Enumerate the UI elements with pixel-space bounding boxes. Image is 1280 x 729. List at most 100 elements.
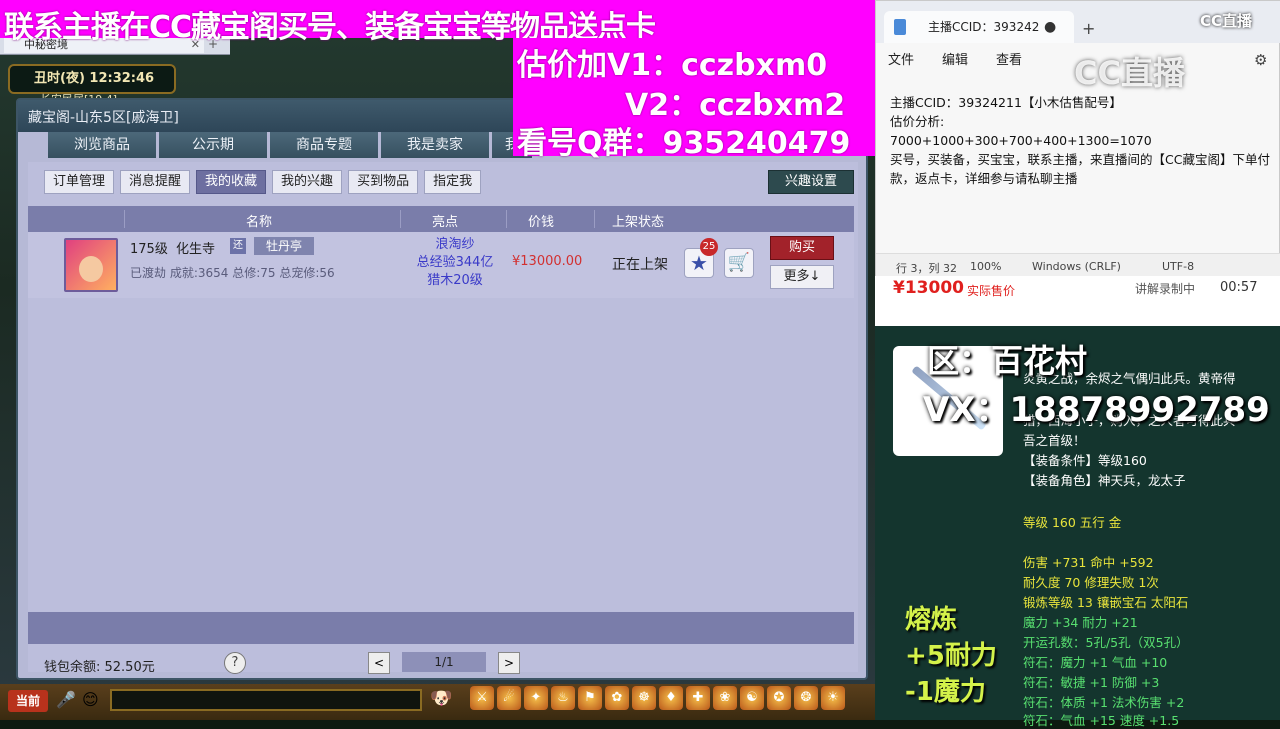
- item-attr: 符石：魔力 +1 气血 +10: [1023, 655, 1168, 670]
- listing-status: 正在上架: [612, 257, 668, 273]
- hotbar-slot-icon[interactable]: ⚑: [578, 686, 602, 710]
- forge-title: 熔炼: [905, 605, 958, 635]
- tab-topics[interactable]: 商品专题: [270, 132, 378, 158]
- unsaved-dot-icon[interactable]: ●: [1044, 11, 1056, 43]
- item-attr: 耐久度 70 修理失败 1次: [1023, 575, 1159, 590]
- column-divider: [506, 210, 507, 228]
- interest-settings-button[interactable]: 兴趣设置: [768, 170, 854, 194]
- tab-publicity[interactable]: 公示期: [159, 132, 267, 158]
- hotbar-slot-icon[interactable]: ✦: [524, 686, 548, 710]
- notepad-file-icon: [894, 19, 906, 35]
- column-divider: [594, 210, 595, 228]
- tab-seller[interactable]: 我是卖家: [381, 132, 489, 158]
- wallet-balance: 钱包余额: 52.50元: [44, 660, 155, 675]
- contact-line-qq: 看号Q群：935240479: [517, 126, 851, 161]
- emoji-icon[interactable]: 😊: [82, 690, 99, 709]
- table-row[interactable]: 175级 化生寺 还 牡丹亭 已渡劫 成就:3654 总修:75 总宠修:56 …: [28, 232, 854, 298]
- price-value: ¥13000.00: [512, 254, 583, 269]
- notepad-text-area[interactable]: 主播CCID：39324211【小木估售配号】 估价分析: 7000+1000+…: [890, 93, 1270, 188]
- subtab-orders[interactable]: 订单管理: [44, 170, 115, 194]
- sub-tabs: 订单管理 消息提醒 我的收藏 我的兴趣 买到物品 指定我: [44, 170, 487, 194]
- cart-icon[interactable]: 🛒: [724, 248, 754, 278]
- hotbar-slot-icon[interactable]: ❂: [794, 686, 818, 710]
- item-detail-panel: 炎黄之战，余烬之气偶归此兵。黄帝得 猎，西海小子，购入，之人者可得此兵- 吾之首…: [875, 326, 1280, 728]
- page-indicator: 1/1: [402, 652, 486, 672]
- subtab-favorites[interactable]: 我的收藏: [196, 170, 267, 194]
- column-price: 价钱: [528, 215, 555, 230]
- subtab-bought[interactable]: 买到物品: [348, 170, 419, 194]
- avatar[interactable]: [64, 238, 118, 292]
- promo-banner: 联系主播在CC藏宝阁买号、装备宝宝等物品送点卡: [0, 0, 875, 45]
- line-ending: Windows (CRLF): [1032, 260, 1121, 273]
- character-info: 已渡劫 成就:3654 总修:75 总宠修:56: [130, 266, 335, 280]
- buy-button[interactable]: 购买: [770, 236, 834, 260]
- game-clock: 丑时(夜) 12:32:46: [8, 64, 176, 94]
- notepad-menu: 文件 编辑 查看: [876, 49, 1038, 68]
- forge-minus: -1魔力: [905, 677, 986, 707]
- menu-edit[interactable]: 编辑: [942, 49, 968, 68]
- hotbar-slot-icon[interactable]: ☄: [497, 686, 521, 710]
- character-sect: 化生寺: [176, 242, 216, 257]
- notepad-window: 主播CCID：393242 ● + 文件 编辑 查看 ⚙ 主播CCID：3932…: [875, 0, 1280, 282]
- treasure-pavilion-window: 藏宝阁-山东5区[戚海卫] 浏览商品 公示期 商品专题 我是卖家 我 订单管理 …: [16, 98, 868, 680]
- hotbar-slot-icon[interactable]: ✿: [605, 686, 629, 710]
- item-attr: 魔力 +34 耐力 +21: [1023, 615, 1138, 630]
- hotbar-slot-icon[interactable]: ❀: [713, 686, 737, 710]
- window-title: 藏宝阁-山东5区[戚海卫]: [28, 110, 179, 126]
- chat-channel-button[interactable]: 当前: [8, 690, 48, 712]
- recording-time: 00:57: [1220, 280, 1258, 295]
- text-line: 7000+1000+300+700+400+1300=1070: [890, 133, 1152, 148]
- column-divider: [124, 210, 125, 228]
- contact-line-v1: 估价加V1：cczbxm0: [517, 48, 828, 83]
- highlight-line: 猎木20级: [427, 273, 483, 288]
- price-strip: ¥13000 实际售价 讲解录制中 00:57: [875, 276, 1280, 326]
- hotbar-slot-icon[interactable]: ☀: [821, 686, 845, 710]
- prev-page-button[interactable]: <: [368, 652, 390, 674]
- favorite-count-badge: 25: [700, 238, 718, 256]
- item-attr: 开运孔数：5孔/5孔（双5孔）: [1023, 635, 1189, 650]
- nav-tabs: 浏览商品 公示期 商品专题 我是卖家 我: [48, 132, 535, 158]
- column-divider: [400, 210, 401, 228]
- hotbar-slot-icon[interactable]: ⚔: [470, 686, 494, 710]
- next-page-button[interactable]: >: [498, 652, 520, 674]
- avatar-face: [79, 256, 103, 282]
- hotbar-slot-icon[interactable]: ☸: [632, 686, 656, 710]
- cc-live-logo: CC直播: [1200, 12, 1253, 30]
- chat-input[interactable]: [110, 689, 422, 711]
- hotbar-slot-icon[interactable]: ♨: [551, 686, 575, 710]
- hotbar-slot-icon[interactable]: ✪: [767, 686, 791, 710]
- more-button[interactable]: 更多↓: [770, 265, 834, 289]
- item-condition: 【装备条件】等级160: [1023, 453, 1147, 468]
- promo-contact-box: 估价加V1：cczbxm0 V2：cczbxm2 看号Q群：935240479: [513, 38, 875, 161]
- help-icon[interactable]: ?: [224, 652, 246, 674]
- menu-file[interactable]: 文件: [888, 49, 914, 68]
- encoding: UTF-8: [1162, 260, 1195, 273]
- table-header: 名称 亮点 价钱 上架状态: [28, 206, 854, 232]
- microphone-icon[interactable]: 🎤: [56, 690, 76, 709]
- text-line: 主播CCID：39324211【小木估售配号】: [890, 95, 1122, 110]
- menu-view[interactable]: 查看: [996, 49, 1022, 68]
- subtab-messages[interactable]: 消息提醒: [120, 170, 191, 194]
- text-line: 买号，买装备，买宝宝，联系主播，来直播间的【CC藏宝阁】下单付款，返点卡，详细参…: [890, 152, 1270, 186]
- tab-browse[interactable]: 浏览商品: [48, 132, 156, 158]
- item-attr: 锻炼等级 13 镶嵌宝石 太阳石: [1023, 595, 1189, 610]
- vx-overlay: VX：18878992789: [923, 390, 1270, 430]
- item-desc: 吾之首级！: [1023, 433, 1086, 448]
- item-attr: 符石：体质 +1 法术伤害 +2: [1023, 695, 1185, 710]
- hotbar-slot-icon[interactable]: ✚: [686, 686, 710, 710]
- gear-icon[interactable]: ⚙: [1254, 51, 1267, 69]
- forge-overlay: 熔炼 +5耐力 -1魔力: [905, 602, 997, 710]
- table-footer: [28, 612, 854, 644]
- item-attr: 伤害 +731 命中 +592: [1023, 555, 1154, 570]
- new-tab-button[interactable]: +: [1082, 19, 1095, 38]
- hotbar-slot-icon[interactable]: ♦: [659, 686, 683, 710]
- highlight-line: 浪淘纱: [435, 237, 475, 252]
- pet-icon[interactable]: 🐶: [430, 688, 452, 709]
- item-role: 【装备角色】神天兵，龙太子: [1023, 473, 1186, 488]
- zoom-level: 100%: [970, 260, 1002, 273]
- column-highlight: 亮点: [432, 215, 459, 230]
- highlight-cell: 浪淘纱 总经验344亿 猎木20级: [400, 236, 510, 290]
- subtab-assigned[interactable]: 指定我: [424, 170, 482, 194]
- subtab-interests[interactable]: 我的兴趣: [272, 170, 343, 194]
- hotbar-slot-icon[interactable]: ☯: [740, 686, 764, 710]
